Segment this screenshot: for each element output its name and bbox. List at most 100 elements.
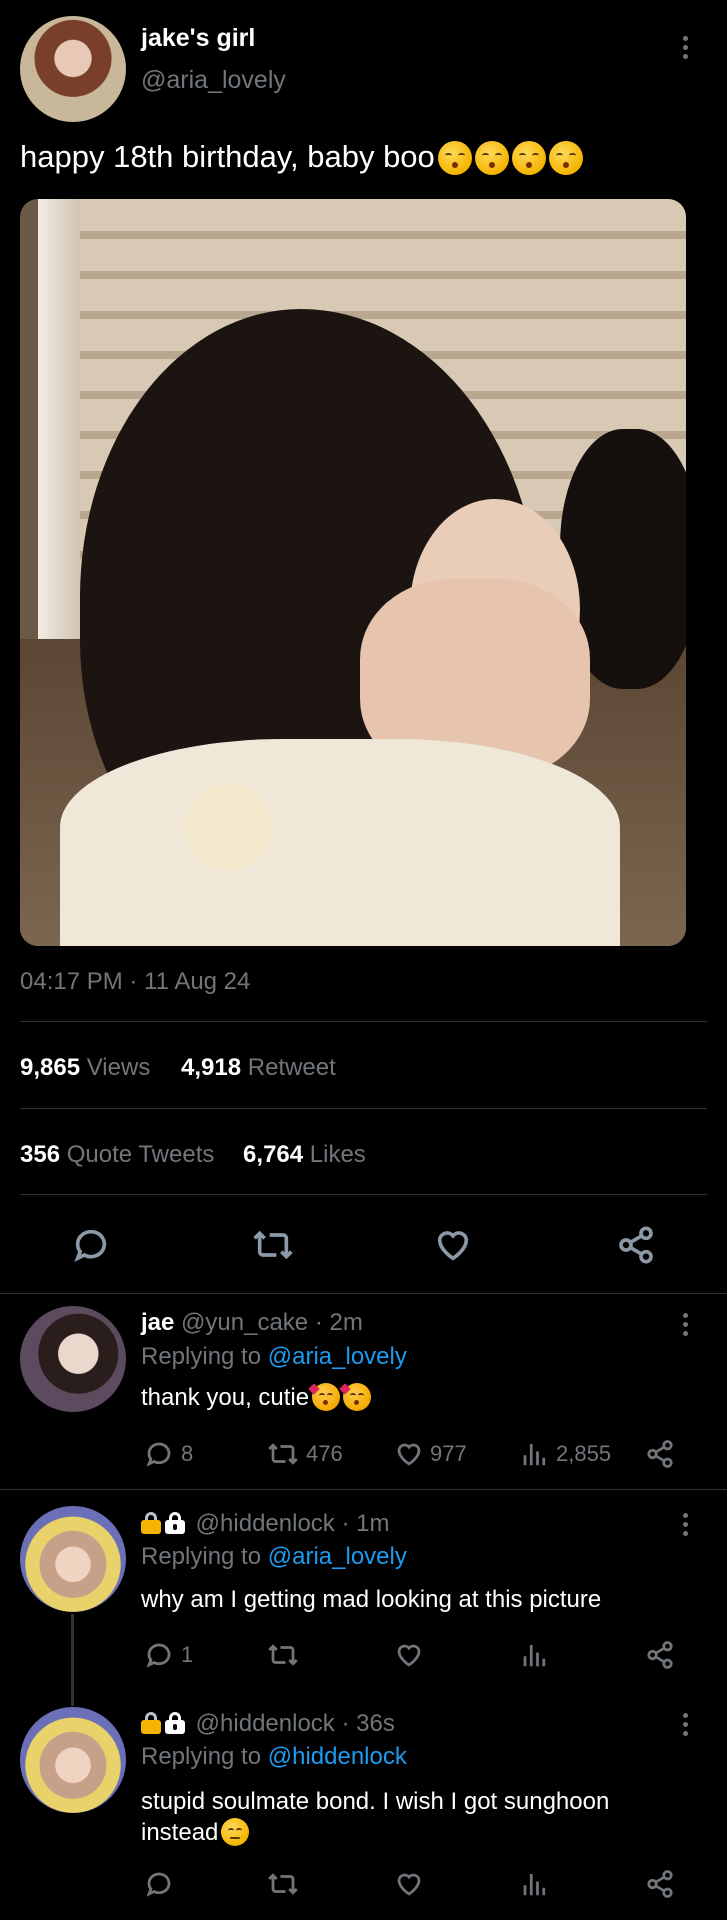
share-button[interactable]	[644, 1439, 676, 1469]
views-label: Views	[86, 1054, 151, 1081]
reply-text: stupid soulmate bond. I wish I got sungh…	[141, 1786, 681, 1848]
replying-to-handle[interactable]: @hiddenlock	[268, 1743, 407, 1770]
bar-chart-icon	[523, 1444, 546, 1466]
author-handle[interactable]: @aria_lovely	[141, 66, 286, 95]
views-button[interactable]: 2,855	[520, 1439, 611, 1469]
stats-row-2: 356 Quote Tweets 6,764 Likes	[20, 1141, 366, 1169]
heart-icon	[397, 1644, 421, 1667]
speech-bubble-icon	[74, 1229, 107, 1263]
reply-button[interactable]: 1	[143, 1640, 193, 1670]
reply-header: @hiddenlock · 1m	[141, 1510, 389, 1538]
retweet-arrows-icon	[268, 1873, 298, 1895]
share-nodes-icon	[647, 1641, 673, 1669]
reply-text-content: stupid soulmate bond. I wish I got sungh…	[141, 1788, 610, 1846]
share-button[interactable]	[615, 1225, 657, 1265]
reply-count: 8	[181, 1441, 194, 1466]
like-button[interactable]: 977	[393, 1439, 467, 1469]
kissing-face-emoji-icon	[548, 141, 583, 175]
retweet-arrows-icon	[253, 1230, 293, 1260]
more-options-icon[interactable]	[679, 36, 691, 63]
retweet-count: 476	[306, 1441, 343, 1466]
reply-avatar[interactable]	[20, 1506, 126, 1612]
more-options-icon[interactable]	[679, 1713, 691, 1740]
shirt	[60, 739, 620, 946]
replying-to-prefix: Replying to	[141, 1343, 262, 1370]
retweet-arrows-icon	[268, 1644, 298, 1666]
reply-button[interactable]	[70, 1225, 112, 1265]
replying-to: Replying to @aria_lovely	[141, 1543, 407, 1571]
author-display-name[interactable]: jake's girl	[141, 24, 255, 53]
white-lock-emoji-icon	[165, 1712, 185, 1734]
reply-button[interactable]	[143, 1869, 175, 1899]
reply-text: why am I getting mad looking at this pic…	[141, 1586, 602, 1613]
reply-handle[interactable]: @hiddenlock	[196, 1710, 335, 1737]
heart-icon	[397, 1443, 421, 1466]
speech-bubble-icon	[146, 1643, 171, 1668]
reply-avatar[interactable]	[20, 1707, 126, 1813]
tweet-text: happy 18th birthday, baby boo	[20, 139, 583, 175]
like-button[interactable]	[432, 1225, 474, 1265]
divider	[0, 1489, 727, 1490]
kissing-face-emoji-icon	[511, 141, 546, 175]
reply-text-content: thank you, cutie	[141, 1384, 310, 1411]
reply-time: · 2m	[314, 1309, 363, 1336]
like-button[interactable]	[393, 1640, 425, 1670]
retweet-button[interactable]	[265, 1640, 301, 1670]
views-button[interactable]	[520, 1869, 550, 1899]
gold-lock-emoji-icon	[141, 1512, 161, 1534]
divider	[20, 1194, 707, 1195]
retweets-count[interactable]: 4,918	[181, 1054, 241, 1081]
reply-avatar[interactable]	[20, 1306, 126, 1412]
speech-bubble-icon	[146, 1872, 171, 1897]
views-count: 2,855	[556, 1441, 612, 1466]
replying-to-prefix: Replying to	[141, 1743, 262, 1770]
quotes-count[interactable]: 356	[20, 1141, 60, 1168]
reply-handle[interactable]: @hiddenlock	[196, 1510, 335, 1537]
reply-button[interactable]: 8	[143, 1439, 193, 1469]
views-button[interactable]	[520, 1640, 550, 1670]
reply-count: 1	[181, 1642, 194, 1667]
smiling-face-with-hearts-emoji-icon	[308, 1383, 341, 1411]
retweets-label[interactable]: Retweet	[248, 1054, 336, 1081]
replying-to-prefix: Replying to	[141, 1543, 262, 1570]
heart-icon	[437, 1231, 469, 1261]
smiling-face-with-hearts-emoji-icon	[339, 1383, 372, 1411]
share-nodes-icon	[647, 1440, 673, 1468]
thread-line	[71, 1614, 74, 1706]
like-button[interactable]	[393, 1869, 425, 1899]
bar-chart-icon	[523, 1874, 546, 1896]
more-options-icon[interactable]	[679, 1513, 691, 1540]
share-nodes-icon	[647, 1870, 673, 1898]
more-options-icon[interactable]	[679, 1313, 691, 1340]
neutral-face-emoji-icon	[221, 1818, 250, 1846]
likes-label[interactable]: Likes	[310, 1141, 366, 1168]
share-button[interactable]	[644, 1869, 676, 1899]
replying-to-handle[interactable]: @aria_lovely	[268, 1343, 407, 1370]
retweet-button[interactable]	[265, 1869, 301, 1899]
reply-display-name[interactable]: jae	[141, 1309, 174, 1336]
stats-row-1: 9,865 Views 4,918 Retweet	[20, 1054, 336, 1082]
replying-to-handle[interactable]: @aria_lovely	[268, 1543, 407, 1570]
bar-chart-icon	[523, 1645, 546, 1667]
reply-header: @hiddenlock · 36s	[141, 1710, 395, 1738]
tweet-photo[interactable]	[20, 199, 686, 946]
like-count: 977	[430, 1441, 467, 1466]
divider	[20, 1108, 707, 1109]
divider	[0, 1293, 727, 1294]
likes-count[interactable]: 6,764	[243, 1141, 303, 1168]
speech-bubble-icon	[146, 1442, 171, 1467]
reply-header: jae @yun_cake · 2m	[141, 1309, 363, 1337]
reply-time: · 1m	[341, 1510, 390, 1537]
tweet-text-content: happy 18th birthday, baby boo	[20, 139, 435, 174]
white-lock-emoji-icon	[165, 1512, 185, 1534]
replying-to: Replying to @hiddenlock	[141, 1743, 407, 1771]
reply-time: · 36s	[341, 1710, 395, 1737]
divider	[20, 1021, 707, 1022]
retweet-button[interactable]	[250, 1225, 296, 1265]
share-nodes-icon	[619, 1226, 653, 1264]
author-avatar[interactable]	[20, 16, 126, 122]
share-button[interactable]	[644, 1640, 676, 1670]
reply-handle[interactable]: @yun_cake	[181, 1309, 308, 1336]
quotes-label[interactable]: Quote Tweets	[67, 1141, 215, 1168]
retweet-button[interactable]: 476	[265, 1439, 343, 1469]
